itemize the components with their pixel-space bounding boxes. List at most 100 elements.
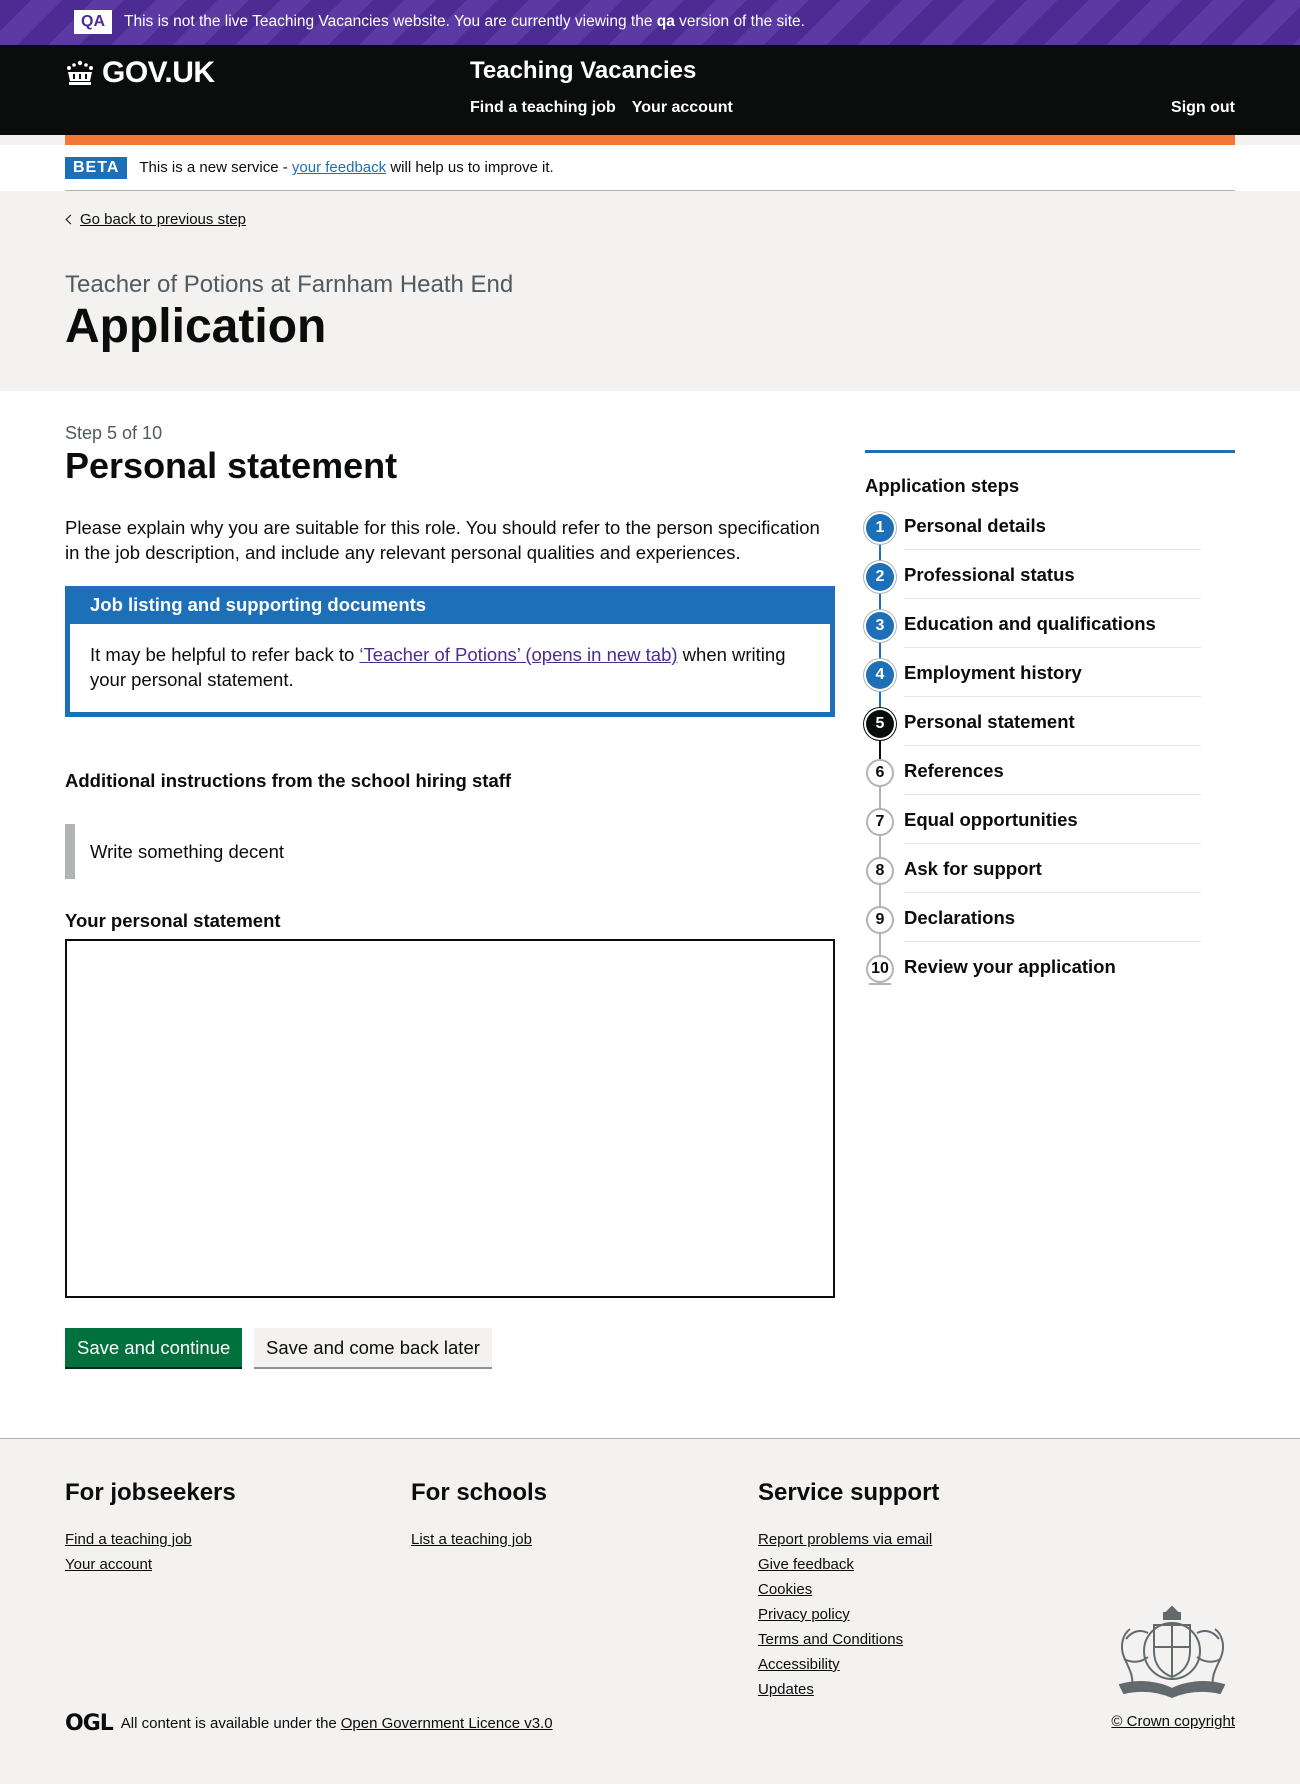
step-number-badge: 9 — [866, 906, 894, 934]
footer-link-updates[interactable]: Updates — [758, 1677, 939, 1702]
footer-link-your-account[interactable]: Your account — [65, 1552, 236, 1577]
step-number-badge: 3 — [866, 612, 894, 640]
step-number-badge: 2 — [866, 563, 894, 591]
job-listing-link[interactable]: ‘Teacher of Potions’ (opens in new tab) — [359, 644, 677, 665]
instructions-inset: Write something decent — [65, 824, 835, 879]
site-footer: For jobseekers Find a teaching job Your … — [0, 1438, 1300, 1784]
back-link[interactable]: Go back to previous step — [65, 211, 246, 228]
application-steps: Application steps 1 Personal details 2 Prof… — [865, 450, 1235, 1002]
nav-find-a-teaching-job[interactable]: Find a teaching job — [470, 99, 616, 117]
ogl-licence-link[interactable]: Open Government Licence v3.0 — [341, 1715, 553, 1732]
crown-copyright-link[interactable]: © Crown copyright — [1111, 1713, 1235, 1730]
step-item-9: 9 Declarations — [865, 904, 1235, 953]
step-item-2: 2 Professional status — [865, 561, 1235, 610]
footer-column-service-support: Service support Report problems via emai… — [758, 1479, 939, 1702]
page-title: Application — [65, 300, 327, 353]
step-list: 1 Personal details 2 Professional status 3 Ed… — [865, 512, 1235, 1002]
footer-column-jobseekers: For jobseekers Find a teaching job Your … — [65, 1479, 236, 1577]
instructions-heading: Additional instructions from the school … — [65, 770, 512, 791]
header-accent-bar — [65, 135, 1235, 145]
step-divider — [904, 598, 1201, 599]
footer-link-cookies[interactable]: Cookies — [758, 1577, 939, 1602]
step-item-4: 4 Employment history — [865, 659, 1235, 708]
feedback-link[interactable]: your feedback — [292, 159, 386, 176]
save-and-continue-button[interactable]: Save and continue — [65, 1328, 243, 1367]
beta-tag: BETA — [65, 156, 128, 179]
step-number-badge: 4 — [866, 661, 894, 689]
ogl-logo-icon: OGL — [65, 1711, 114, 1736]
step-divider — [904, 794, 1201, 795]
footer-heading: For jobseekers — [65, 1479, 236, 1506]
personal-statement-label: Your personal statement — [65, 910, 281, 931]
supporting-documents-box: Job listing and supporting documents It … — [65, 586, 835, 717]
step-number-badge: 7 — [866, 808, 894, 836]
step-item-5: 5 Personal statement — [865, 708, 1235, 757]
phase-banner-area: BETA This is a new service - your feedba… — [0, 145, 1300, 191]
service-name[interactable]: Teaching Vacancies — [470, 57, 696, 85]
phase-banner-text: This is a new service - your feedback wi… — [139, 159, 554, 176]
step-divider — [904, 941, 1201, 942]
personal-statement-textarea[interactable] — [65, 939, 835, 1298]
logo-text: GOV.UK — [102, 56, 215, 89]
step-label: Declarations — [904, 907, 1016, 928]
step-label: References — [904, 760, 1004, 781]
save-and-come-back-later-button[interactable]: Save and come back later — [254, 1328, 492, 1367]
supporting-documents-text: It may be helpful to refer back to ‘Teac… — [90, 644, 786, 690]
chevron-left-icon — [65, 214, 76, 225]
step-item-8: 8 Ask for support — [865, 855, 1235, 904]
step-label: Ask for support — [904, 858, 1042, 879]
footer-link-give-feedback[interactable]: Give feedback — [758, 1552, 939, 1577]
step-indicator: Step 5 of 10 — [65, 423, 163, 443]
header-nav: Find a teaching job Your account — [470, 99, 733, 117]
supporting-documents-heading: Job listing and supporting documents — [70, 591, 830, 624]
step-label: Education and qualifications — [904, 613, 1156, 634]
step-label: Equal opportunities — [904, 809, 1078, 830]
footer-link-privacy-policy[interactable]: Privacy policy — [758, 1602, 939, 1627]
step-item-6: 6 References — [865, 757, 1235, 806]
qa-banner: QA This is not the live Teaching Vacanci… — [0, 0, 1300, 45]
page-caption: Teacher of Potions at Farnham Heath End — [65, 271, 514, 298]
intro-text: Please explain why you are suitable for … — [65, 517, 820, 563]
step-divider — [904, 549, 1201, 550]
main-content: Step 5 of 10 Personal statement Please e… — [0, 391, 1300, 1438]
step-divider — [904, 892, 1201, 893]
step-number-badge: 8 — [866, 857, 894, 885]
step-label: Professional status — [904, 564, 1075, 585]
crown-icon — [67, 60, 93, 85]
footer-link-terms[interactable]: Terms and Conditions — [758, 1627, 939, 1652]
sign-out-link[interactable]: Sign out — [1171, 99, 1235, 117]
step-label: Personal statement — [904, 711, 1075, 732]
licence-text: All content is available under the — [120, 1715, 337, 1732]
step-divider — [904, 843, 1201, 844]
site-header: GOV.UK Teaching Vacancies Find a teachin… — [0, 45, 1300, 135]
step-label: Review your application — [904, 956, 1116, 977]
step-divider — [904, 647, 1201, 648]
page-header-section: Go back to previous step Teacher of Poti… — [0, 191, 1300, 391]
footer-link-report-problems[interactable]: Report problems via email — [758, 1527, 939, 1552]
section-heading: Personal statement — [65, 445, 398, 486]
nav-your-account[interactable]: Your account — [632, 99, 733, 117]
footer-link-accessibility[interactable]: Accessibility — [758, 1652, 939, 1677]
footer-link-list-a-teaching-job[interactable]: List a teaching job — [411, 1527, 547, 1552]
qa-environment-name: qa — [656, 13, 675, 30]
footer-heading: Service support — [758, 1479, 940, 1506]
footer-link-find-a-teaching-job[interactable]: Find a teaching job — [65, 1527, 236, 1552]
step-item-10: 10 Review your application — [865, 953, 1235, 1002]
instructions-text: Write something decent — [90, 840, 285, 862]
licence-statement: OGL All content is available under the O… — [65, 1711, 553, 1736]
steps-top-rule — [865, 450, 1235, 453]
step-item-3: 3 Education and qualifications — [865, 610, 1235, 659]
royal-coat-of-arms-icon — [1118, 1605, 1226, 1699]
step-number-badge: 5 — [866, 710, 894, 738]
step-list-end-cap — [869, 983, 891, 985]
govuk-logo-link[interactable]: GOV.UK — [65, 53, 215, 93]
phase-banner: BETA This is a new service - your feedba… — [65, 145, 1235, 191]
qa-message: This is not the live Teaching Vacancies … — [124, 13, 805, 30]
footer-heading: For schools — [411, 1479, 548, 1506]
step-item-1: 1 Personal details — [865, 512, 1235, 561]
step-divider — [904, 696, 1201, 697]
step-label: Employment history — [904, 662, 1082, 683]
step-label: Personal details — [904, 515, 1046, 536]
step-number-badge: 6 — [866, 759, 894, 787]
qa-tag: QA — [74, 10, 112, 34]
